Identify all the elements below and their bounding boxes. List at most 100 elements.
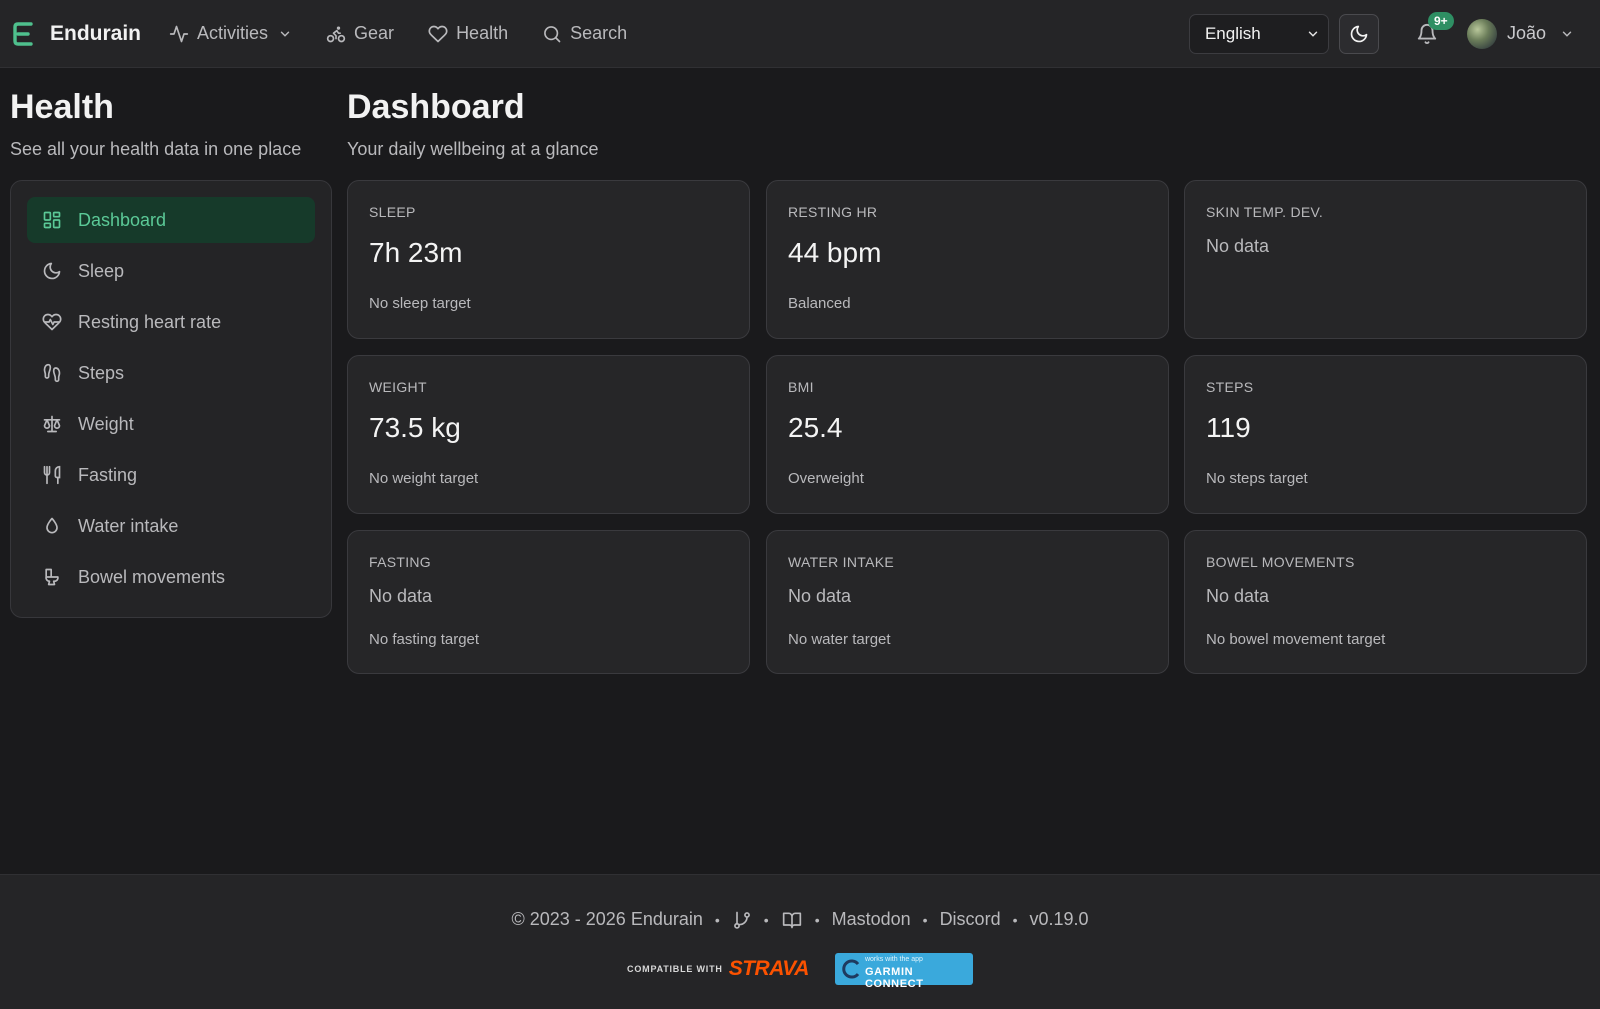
- theme-toggle-button[interactable]: [1338, 13, 1379, 54]
- nav-activities-label: Activities: [197, 23, 269, 43]
- user-menu[interactable]: João: [1466, 18, 1574, 49]
- card-label: WATER INTAKE: [788, 554, 895, 570]
- footer-separator: •: [922, 911, 928, 928]
- card-note: No fasting target: [369, 631, 480, 648]
- sidebar-item-weight[interactable]: Weight: [27, 401, 315, 447]
- sidebar-item-label: Sleep: [78, 260, 125, 281]
- sidebar-item-label: Bowel movements: [78, 566, 226, 587]
- bike-icon: [326, 26, 346, 42]
- sidebar-item-bowel-movements[interactable]: Bowel movements: [27, 554, 315, 600]
- avatar: [1466, 18, 1497, 49]
- sidebar-item-dashboard[interactable]: Dashboard: [27, 197, 315, 243]
- brand-name: Endurain: [50, 21, 142, 45]
- card-no-data: No data: [1206, 586, 1270, 606]
- card-note: No steps target: [1206, 470, 1308, 487]
- footer-separator: •: [814, 911, 820, 928]
- card-label: SLEEP: [369, 204, 416, 220]
- toilet-icon: [45, 568, 59, 586]
- card-value: 119: [1206, 412, 1251, 443]
- card-value: 7h 23m: [369, 237, 463, 268]
- card-note: No sleep target: [369, 295, 471, 312]
- language-select-value: English: [1204, 23, 1261, 43]
- card-label: SKIN TEMP. DEV.: [1206, 204, 1324, 220]
- droplet-icon: [46, 517, 58, 534]
- card-label: WEIGHT: [369, 379, 427, 395]
- activity-icon: [169, 25, 189, 42]
- card-value: 44 bpm: [788, 237, 882, 268]
- moon-icon: [43, 262, 61, 280]
- chevron-down-icon: [1308, 31, 1318, 37]
- nav-search[interactable]: Search: [542, 23, 627, 44]
- weight-card[interactable]: WEIGHT 73.5 kg No weight target: [347, 355, 750, 514]
- scale-icon: [43, 415, 61, 433]
- mastodon-link[interactable]: Mastodon: [832, 909, 911, 930]
- card-label: BMI: [788, 379, 814, 395]
- chevron-down-icon: [1562, 31, 1572, 37]
- card-value: 73.5 kg: [369, 412, 461, 443]
- docs-link[interactable]: [781, 910, 803, 930]
- card-note: No bowel movement target: [1206, 631, 1386, 648]
- nav-health-label: Health: [456, 23, 509, 43]
- search-icon: [544, 25, 561, 42]
- nav-gear-label: Gear: [354, 23, 395, 43]
- brand-link[interactable]: Endurain: [12, 20, 141, 48]
- endurain-logo-icon: [12, 20, 36, 48]
- footprints-icon: [43, 363, 61, 383]
- health-subtitle: See all your health data in one place: [10, 139, 302, 159]
- sidebar-item-label: Resting heart rate: [78, 311, 222, 332]
- garmin-small-text: works with the app: [864, 956, 923, 963]
- fasting-card[interactable]: FASTING No data No fasting target: [347, 530, 750, 674]
- page-title: Dashboard: [347, 88, 525, 126]
- garmin-main-text: GARMIN CONNECT: [864, 966, 924, 990]
- sidebar-item-label: Dashboard: [78, 209, 167, 230]
- heart-icon: [428, 25, 448, 42]
- source-code-link[interactable]: [732, 910, 752, 930]
- book-open-icon: [782, 912, 801, 928]
- steps-card[interactable]: STEPS 119 No steps target: [1184, 355, 1587, 514]
- sidebar-item-water-intake[interactable]: Water intake: [27, 503, 315, 549]
- version-link[interactable]: v0.19.0: [1029, 909, 1088, 930]
- chevron-down-icon: [280, 31, 290, 37]
- sidebar-item-label: Water intake: [78, 515, 179, 536]
- bowel-movements-card[interactable]: BOWEL MOVEMENTS No data No bowel movemen…: [1184, 530, 1587, 674]
- health-sidebar: Dashboard Sleep Resting heart rate Steps…: [10, 180, 332, 618]
- nav-gear[interactable]: Gear: [326, 23, 394, 44]
- sidebar-item-fasting[interactable]: Fasting: [27, 452, 315, 498]
- strava-logo: STRAVA: [728, 957, 810, 980]
- card-no-data: No data: [369, 586, 433, 606]
- footer-separator: •: [763, 911, 769, 928]
- garmin-connect-icon: [842, 959, 860, 979]
- notifications-button[interactable]: 9+: [1407, 11, 1454, 54]
- sidebar-item-label: Fasting: [78, 464, 138, 485]
- nav-search-label: Search: [570, 23, 628, 43]
- footer-separator: •: [1012, 911, 1018, 928]
- git-branch-icon: [733, 911, 750, 929]
- sidebar-item-sleep[interactable]: Sleep: [27, 248, 315, 294]
- language-select[interactable]: English: [1188, 13, 1329, 54]
- discord-link[interactable]: Discord: [940, 909, 1001, 930]
- moon-icon: [1350, 25, 1368, 42]
- nav-activities[interactable]: Activities: [169, 23, 292, 44]
- resting-hr-card[interactable]: RESTING HR 44 bpm Balanced: [766, 180, 1169, 339]
- sidebar-item-resting-heart-rate[interactable]: Resting heart rate: [27, 299, 315, 345]
- card-label: RESTING HR: [788, 204, 878, 220]
- strava-compatible-text: COMPATIBLE WITH: [627, 964, 723, 974]
- top-navbar: Endurain Activities Gear Health Search E…: [0, 0, 1600, 68]
- user-name: João: [1506, 23, 1546, 43]
- sidebar-item-label: Steps: [78, 362, 125, 383]
- nav-health[interactable]: Health: [428, 23, 508, 44]
- card-no-data: No data: [1206, 236, 1270, 256]
- card-label: BOWEL MOVEMENTS: [1206, 554, 1355, 570]
- sleep-card[interactable]: SLEEP 7h 23m No sleep target: [347, 180, 750, 339]
- skin-temp-card[interactable]: SKIN TEMP. DEV. No data: [1184, 180, 1587, 339]
- strava-compatible-badge: COMPATIBLE WITH STRAVA: [627, 957, 809, 981]
- card-note: No weight target: [369, 470, 479, 487]
- card-note: Overweight: [788, 470, 864, 487]
- card-value: 25.4: [788, 412, 843, 443]
- bmi-card[interactable]: BMI 25.4 Overweight: [766, 355, 1169, 514]
- sidebar-item-steps[interactable]: Steps: [27, 350, 315, 396]
- sidebar-item-label: Weight: [78, 413, 134, 434]
- footer-copyright: © 2023 - 2026 Endurain: [511, 909, 703, 929]
- water-intake-card[interactable]: WATER INTAKE No data No water target: [766, 530, 1169, 674]
- footer: © 2023 - 2026 Endurain • • • Mastodon • …: [0, 874, 1600, 1009]
